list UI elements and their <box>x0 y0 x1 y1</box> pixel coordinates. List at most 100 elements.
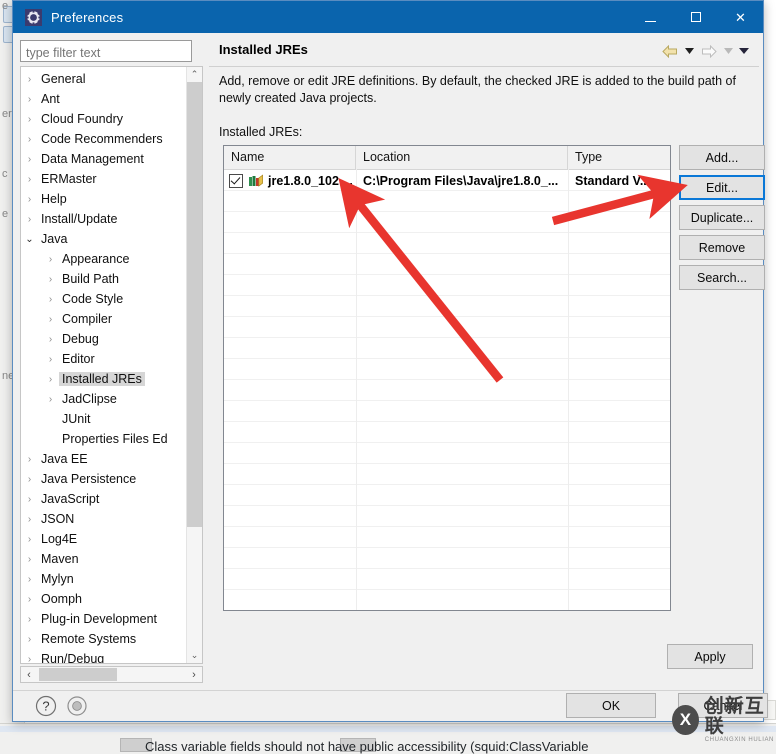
tree-hscrollbar-thumb[interactable] <box>39 668 117 681</box>
scroll-right-arrow-icon[interactable]: › <box>186 669 202 681</box>
chevron-right-icon[interactable]: › <box>21 134 38 145</box>
tree-item-run-debug[interactable]: › Run/Debug <box>21 649 187 664</box>
chevron-right-icon[interactable]: › <box>42 354 59 365</box>
tree-item-properties-files-ed[interactable]: ›Properties Files Ed <box>21 429 187 449</box>
jre-location-cell[interactable]: C:\Program Files\Java\jre1.8.0_... <box>356 174 568 188</box>
tree-item-maven[interactable]: › Maven <box>21 549 187 569</box>
table-grid-line <box>224 358 670 359</box>
chevron-right-icon[interactable]: › <box>42 374 59 385</box>
chevron-right-icon[interactable]: › <box>21 554 38 565</box>
close-button[interactable]: ✕ <box>718 1 763 33</box>
help-question-icon[interactable]: ? <box>35 695 57 717</box>
tree-item-install-update[interactable]: › Install/Update <box>21 209 187 229</box>
forward-menu-chevron-down-icon[interactable] <box>721 41 735 61</box>
chevron-right-icon[interactable]: › <box>21 534 38 545</box>
ok-button[interactable]: OK <box>566 693 656 718</box>
tree-item-junit[interactable]: ›JUnit <box>21 409 187 429</box>
tree-item-ermaster[interactable]: › ERMaster <box>21 169 187 189</box>
page-menu-chevron-down-icon[interactable] <box>737 41 751 61</box>
chevron-right-icon[interactable]: › <box>21 74 38 85</box>
table-row[interactable]: jre1.8.0_102 ... C:\Program Files\Java\j… <box>224 170 670 191</box>
tree-item-compiler[interactable]: › Compiler <box>21 309 187 329</box>
chevron-right-icon[interactable]: › <box>42 254 59 265</box>
jre-type-cell[interactable]: Standard V... <box>568 174 670 188</box>
tree-horizontal-scrollbar[interactable]: ‹ › <box>20 666 203 683</box>
chevron-right-icon[interactable]: › <box>42 314 59 325</box>
dialog-title-bar[interactable]: Preferences ✕ <box>13 1 763 33</box>
chevron-right-icon[interactable]: › <box>21 574 38 585</box>
tree-item-mylyn[interactable]: › Mylyn <box>21 569 187 589</box>
maximize-button[interactable] <box>673 1 718 33</box>
back-arrow-icon[interactable] <box>659 41 680 61</box>
tree-item-build-path[interactable]: › Build Path <box>21 269 187 289</box>
remove-button[interactable]: Remove <box>679 235 765 260</box>
tree-item-code-style[interactable]: › Code Style <box>21 289 187 309</box>
filter-input[interactable] <box>20 40 192 62</box>
chevron-right-icon[interactable]: › <box>42 334 59 345</box>
tree-item-code-recommenders[interactable]: › Code Recommenders <box>21 129 187 149</box>
jre-library-icon <box>248 174 263 187</box>
tree-item-jadclipse[interactable]: › JadClipse <box>21 389 187 409</box>
tree-item-label: Appearance <box>62 252 130 266</box>
chevron-right-icon[interactable]: › <box>21 594 38 605</box>
tree-item-oomph[interactable]: › Oomph <box>21 589 187 609</box>
jre-name-cell[interactable]: jre1.8.0_102 ... <box>224 173 356 188</box>
chevron-right-icon[interactable]: › <box>21 174 38 185</box>
column-header-location[interactable]: Location <box>356 146 568 169</box>
search-button[interactable]: Search... <box>679 265 765 290</box>
tree-item-installed-jres[interactable]: › Installed JREs <box>21 369 187 389</box>
tree-item-ant[interactable]: › Ant <box>21 89 187 109</box>
jre-checkbox[interactable] <box>229 173 243 188</box>
chevron-right-icon[interactable]: › <box>21 214 38 225</box>
tree-item-java[interactable]: ⌄ Java <box>21 229 187 249</box>
chevron-right-icon[interactable]: › <box>21 454 38 465</box>
tree-item-label: Java <box>41 232 68 246</box>
chevron-right-icon[interactable]: › <box>21 194 38 205</box>
tree-item-data-management[interactable]: › Data Management <box>21 149 187 169</box>
add-button[interactable]: Add... <box>679 145 765 170</box>
tree-item-javascript[interactable]: › JavaScript <box>21 489 187 509</box>
tree-item-editor[interactable]: › Editor <box>21 349 187 369</box>
tree-item-appearance[interactable]: › Appearance <box>21 249 187 269</box>
chevron-right-icon[interactable]: › <box>21 614 38 625</box>
target-circle-icon[interactable] <box>67 696 87 716</box>
tree-item-help[interactable]: › Help <box>21 189 187 209</box>
tree-scrollbar-thumb[interactable] <box>187 82 202 527</box>
chevron-right-icon[interactable]: › <box>21 634 38 645</box>
chevron-right-icon[interactable]: › <box>42 274 59 285</box>
scroll-down-arrow-icon[interactable]: ⌄ <box>187 648 202 663</box>
minimize-button[interactable] <box>628 1 673 33</box>
tree-item-general[interactable]: › General <box>21 69 187 89</box>
tree-item-java-persistence[interactable]: › Java Persistence <box>21 469 187 489</box>
apply-button[interactable]: Apply <box>667 644 753 669</box>
scroll-up-arrow-icon[interactable]: ⌃ <box>187 67 202 82</box>
tree-vertical-scrollbar[interactable]: ⌃ ⌄ <box>186 67 202 663</box>
installed-jres-table[interactable]: Name Location Type jre1.8.0_102 ... C:\P… <box>223 145 671 611</box>
preferences-tree[interactable]: › General › Ant › Cloud Foundry › Code Recommen… <box>20 66 203 664</box>
chevron-right-icon[interactable]: › <box>21 94 38 105</box>
chevron-right-icon[interactable]: › <box>21 474 38 485</box>
duplicate-button[interactable]: Duplicate... <box>679 205 765 230</box>
tree-item-debug[interactable]: › Debug <box>21 329 187 349</box>
table-grid-line <box>224 484 670 485</box>
tree-item-log4e[interactable]: › Log4E <box>21 529 187 549</box>
edit-button[interactable]: Edit... <box>679 175 765 200</box>
tree-item-remote-systems[interactable]: › Remote Systems <box>21 629 187 649</box>
chevron-right-icon[interactable]: › <box>21 654 38 664</box>
tree-item-plug-in-development[interactable]: › Plug-in Development <box>21 609 187 629</box>
chevron-right-icon[interactable]: › <box>21 514 38 525</box>
scroll-left-arrow-icon[interactable]: ‹ <box>21 669 37 681</box>
chevron-down-icon[interactable]: ⌄ <box>21 234 38 245</box>
tree-item-java-ee[interactable]: › Java EE <box>21 449 187 469</box>
chevron-right-icon[interactable]: › <box>42 394 59 405</box>
back-menu-chevron-down-icon[interactable] <box>682 41 696 61</box>
tree-item-cloud-foundry[interactable]: › Cloud Foundry <box>21 109 187 129</box>
chevron-right-icon[interactable]: › <box>21 114 38 125</box>
column-header-name[interactable]: Name <box>224 146 356 169</box>
chevron-right-icon[interactable]: › <box>21 154 38 165</box>
forward-arrow-icon[interactable] <box>698 41 719 61</box>
chevron-right-icon[interactable]: › <box>21 494 38 505</box>
chevron-right-icon[interactable]: › <box>42 294 59 305</box>
column-header-type[interactable]: Type <box>568 146 670 169</box>
tree-item-json[interactable]: › JSON <box>21 509 187 529</box>
